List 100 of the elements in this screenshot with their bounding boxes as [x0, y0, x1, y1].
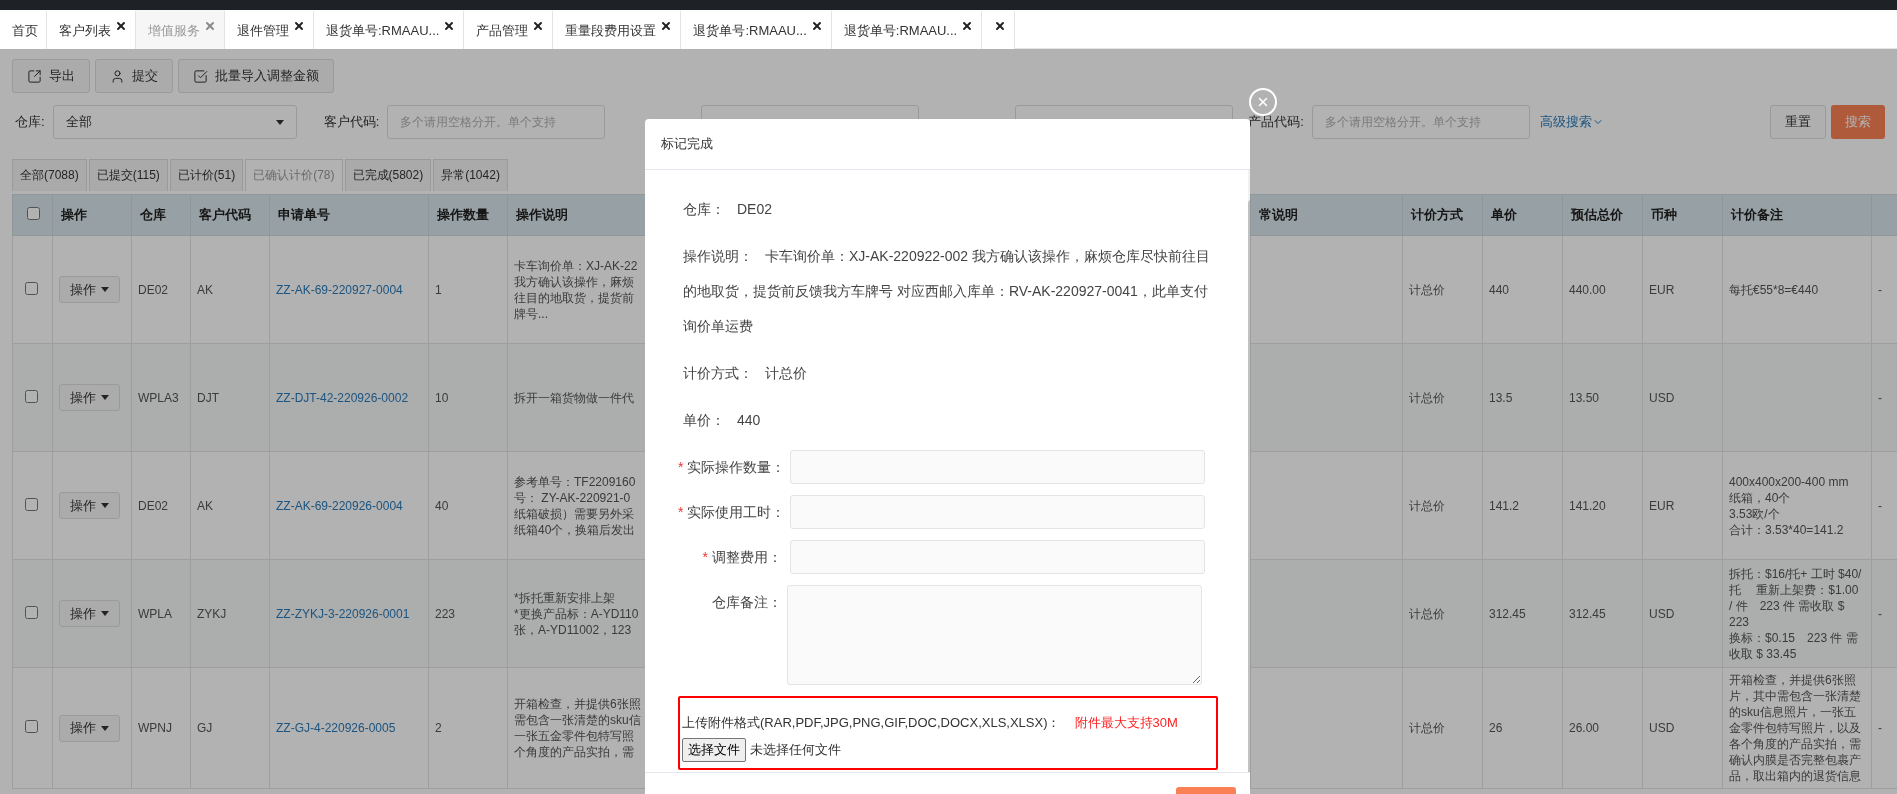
status-tab[interactable]: 已提交(115)	[88, 159, 168, 191]
table-cell: 141.20	[1569, 497, 1606, 514]
filter-label: 客户代码:	[323, 113, 380, 131]
row-checkbox[interactable]	[25, 389, 38, 403]
table-cell: 26.00	[1569, 720, 1600, 736]
request-link[interactable]: ZZ-GJ-4-220926-0005	[276, 721, 396, 735]
table-cell: 计总价	[1409, 281, 1445, 298]
filter-label: 仓库:	[15, 113, 45, 131]
status-tab[interactable]: 已计价(51)	[169, 159, 244, 191]
table-cell: 参考单号：TF2209160	[514, 473, 636, 490]
close-icon[interactable]	[532, 19, 545, 32]
page-tab[interactable]: 退货单号:RMAAU...	[681, 10, 832, 49]
column-header: 计价备注	[1731, 207, 1783, 222]
table-cell: *拆托重新安排上架	[514, 589, 615, 606]
toolbar-button[interactable]: 提交	[95, 59, 173, 93]
status-tab[interactable]: 异常(1042)	[433, 159, 508, 191]
table-cell: 号： ZY-AK-220921-0	[514, 489, 631, 506]
action-dropdown[interactable]: 操作	[59, 384, 120, 411]
table-cell: 312.45	[1569, 605, 1606, 622]
request-link[interactable]: ZZ-ZYKJ-3-220926-0001	[276, 606, 410, 621]
close-icon[interactable]	[994, 19, 1007, 32]
table-cell: DE02	[138, 281, 169, 298]
action-dropdown[interactable]: 操作	[59, 714, 120, 742]
table-cell: 2	[435, 720, 442, 736]
close-icon[interactable]	[660, 19, 673, 32]
field-label: * 实际操作数量：	[678, 458, 787, 477]
page-tab[interactable]: 产品管理	[464, 10, 554, 49]
remarks-field[interactable]	[787, 585, 1202, 685]
page-tab[interactable]: 首页	[0, 10, 47, 49]
input-field[interactable]	[790, 495, 1205, 529]
row-checkbox[interactable]	[25, 720, 38, 733]
page-tab[interactable]: 退件管理	[225, 10, 314, 49]
status-tab[interactable]: 全部(7088)	[12, 159, 87, 191]
column-header: 操作数量	[437, 207, 489, 222]
field-label: * 调整费用：	[701, 548, 783, 567]
status-tab[interactable]: 已完成(5802)	[344, 159, 432, 191]
close-icon[interactable]	[293, 19, 305, 32]
table-cell: USD	[1649, 389, 1675, 406]
table-cell: 纸箱破损）需要另外采	[514, 505, 634, 522]
table-cell: 往目的地取货，提货前	[514, 289, 634, 306]
reset-button[interactable]: 重置	[1770, 105, 1826, 139]
table-cell: 223	[435, 605, 456, 622]
advanced-search-link[interactable]: 高级搜索	[1539, 113, 1604, 131]
table-cell: 需包含一张清楚的sku信	[514, 712, 641, 728]
page-tab[interactable]: 退货单号:RMAAU...	[314, 10, 465, 49]
row-checkbox[interactable]	[25, 497, 38, 511]
close-button[interactable]	[1249, 88, 1277, 116]
request-link[interactable]: ZZ-DJT-42-220926-0002	[276, 390, 409, 405]
action-dropdown[interactable]: 操作	[59, 492, 120, 519]
caret-icon	[275, 119, 284, 125]
row-checkbox[interactable]	[25, 605, 38, 619]
table-cell: 牌号...	[514, 305, 548, 322]
close-icon	[1256, 95, 1270, 109]
required-mark: *	[678, 459, 684, 475]
select-all-checkbox[interactable]	[27, 207, 40, 220]
close-icon[interactable]	[115, 19, 127, 32]
table-cell: AK	[197, 497, 213, 514]
close-icon[interactable]	[810, 19, 823, 32]
table-cell: 3.53欧/个	[1729, 505, 1780, 522]
user-icon	[110, 68, 125, 84]
table-cell: 13.5	[1489, 389, 1513, 406]
page-tab[interactable]: 退货单号:RMAAU...	[831, 10, 983, 49]
table-cell: -	[1878, 605, 1882, 622]
table-cell: 10	[435, 389, 449, 406]
toolbar-button[interactable]: 导出	[12, 59, 90, 93]
input-field[interactable]	[790, 450, 1205, 484]
file-status: 未选择任何文件	[750, 741, 841, 759]
column-header: 常说明	[1259, 207, 1298, 222]
close-icon[interactable]	[443, 19, 456, 32]
column-header: 单价	[1491, 207, 1517, 222]
row-checkbox[interactable]	[25, 281, 38, 295]
upload-hint: 上传附件格式(RAR,PDF,JPG,PNG,GIF,DOC,DOCX,XLS,XLSX)：	[682, 714, 1061, 732]
table-cell: 计总价	[1409, 605, 1445, 622]
table-cell: 拆开一箱货物做一件代	[514, 389, 634, 406]
table-cell: 26	[1489, 720, 1503, 736]
toolbar-button[interactable]: 批量导入调整金额	[178, 59, 334, 93]
table-cell: 40	[435, 497, 449, 514]
table-cell-text: 开箱检查，并提供6张照片，其中需包含一张清楚的sku信息照片，一张五金零件包特写照片，以及各个角度的产品实拍，需确认内膜是否完整包裹产品，取出箱内的退货信息	[1729, 672, 1862, 784]
warehouse-select[interactable]: 全部	[52, 105, 297, 139]
choose-file-button[interactable]: 选择文件	[682, 738, 746, 762]
action-dropdown[interactable]: 操作	[59, 276, 120, 303]
info-text: 计价方式： 计总价	[682, 364, 808, 383]
page-tab[interactable]	[982, 10, 1016, 49]
table-cell-text: 换标：$0.15 223 件 需收取 $ 33.45	[1729, 629, 1859, 662]
page-tab[interactable]: 重量段费用设置	[553, 10, 682, 49]
input-field[interactable]	[790, 540, 1205, 574]
table-cell: 141.2	[1489, 497, 1520, 514]
table-cell: 13.50	[1569, 389, 1600, 406]
request-link[interactable]: ZZ-AK-69-220926-0004	[276, 498, 403, 513]
table-cell: 400x400x200-400 mm	[1729, 473, 1849, 490]
page-tab[interactable]: 客户列表	[47, 10, 136, 49]
close-icon[interactable]	[961, 19, 974, 32]
table-cell: 纸箱，40个	[1729, 489, 1791, 506]
table-cell: 个角度的产品实拍，需	[514, 744, 634, 760]
action-dropdown[interactable]: 操作	[59, 600, 120, 627]
table-cell: 计总价	[1409, 497, 1445, 514]
table-cell: 440	[1489, 281, 1510, 298]
table-cell: 1	[435, 281, 442, 298]
request-link[interactable]: ZZ-AK-69-220927-0004	[276, 282, 403, 297]
table-cell: -	[1878, 720, 1882, 736]
